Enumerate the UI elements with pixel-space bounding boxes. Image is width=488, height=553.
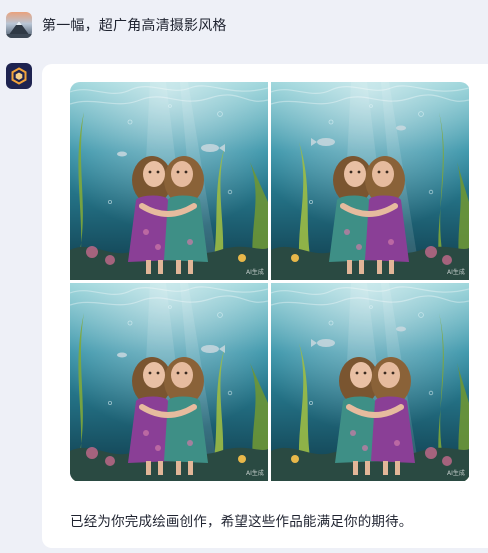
underwater-illustration: AI生成 — [70, 82, 268, 280]
svg-text:AI生成: AI生成 — [447, 469, 465, 477]
svg-text:AI生成: AI生成 — [246, 268, 264, 276]
underwater-illustration: AI生成 — [271, 82, 469, 280]
generated-image-3[interactable]: AI生成 — [70, 283, 268, 481]
chat-page: 第一幅，超广角高清摄影风格 AI生成 AI生成 AI生成 AI生成 已经为你完成… — [0, 0, 488, 553]
user-message-row: 第一幅，超广角高清摄影风格 — [6, 10, 227, 40]
generated-image-4[interactable]: AI生成 — [271, 283, 469, 481]
svg-text:AI生成: AI生成 — [447, 268, 465, 276]
mountain-icon — [6, 21, 32, 38]
cube-logo-icon — [11, 67, 27, 85]
assistant-message-card: AI生成 AI生成 AI生成 AI生成 已经为你完成绘画创作，希望这些作品能满足… — [42, 64, 488, 548]
user-avatar[interactable] — [6, 12, 32, 38]
assistant-avatar[interactable] — [6, 63, 32, 89]
underwater-illustration: AI生成 — [70, 283, 268, 481]
user-message-text: 第一幅，超广角高清摄影风格 — [42, 18, 227, 34]
generated-image-1[interactable]: AI生成 — [70, 82, 268, 280]
assistant-reply-text: 已经为你完成绘画创作，希望这些作品能满足你的期待。 — [70, 514, 413, 530]
generated-image-grid: AI生成 AI生成 AI生成 AI生成 — [70, 82, 470, 482]
svg-text:AI生成: AI生成 — [246, 469, 264, 477]
generated-image-2[interactable]: AI生成 — [271, 82, 469, 280]
underwater-illustration: AI生成 — [271, 283, 469, 481]
